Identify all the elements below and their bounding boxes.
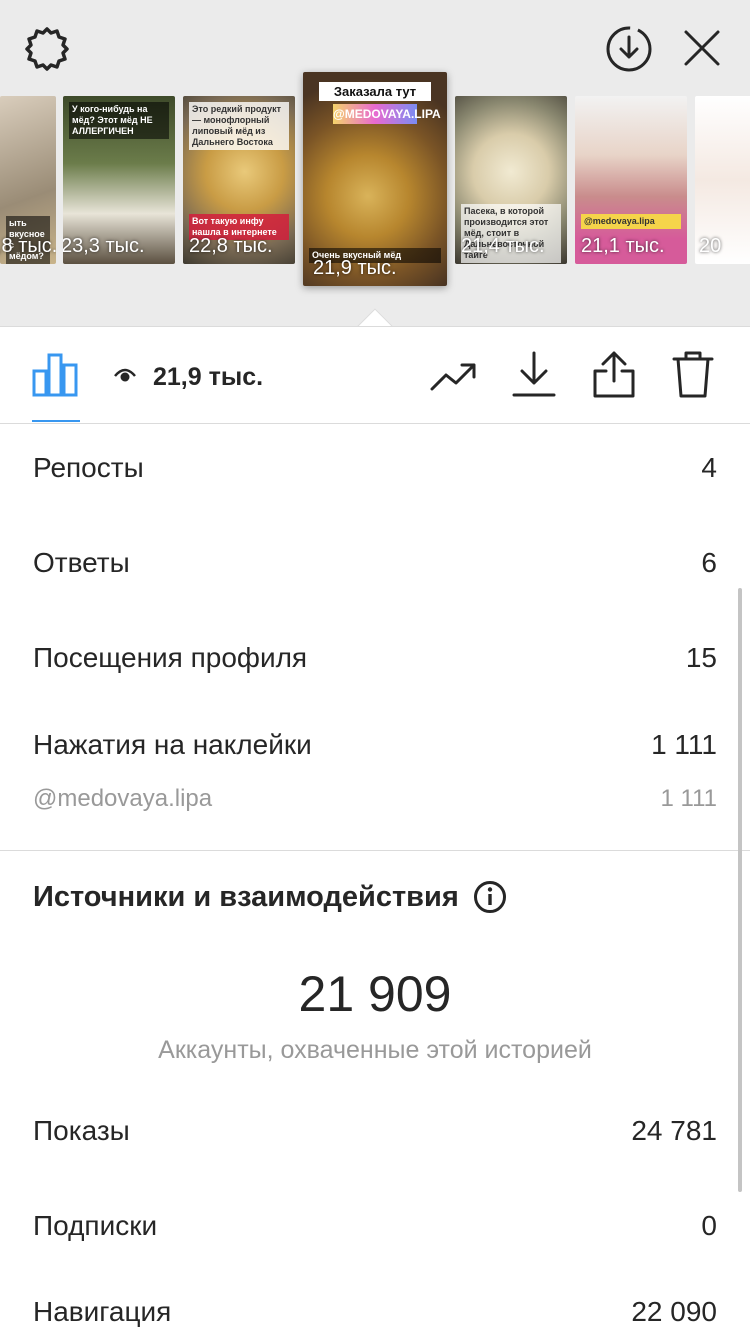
- active-tab-indicator: [32, 420, 80, 422]
- story-thumbnail[interactable]: 20: [695, 96, 750, 264]
- story-views: 23,3 тыс.: [63, 235, 145, 257]
- trend-icon[interactable]: [430, 357, 478, 393]
- story-views: ,8 тыс.: [0, 235, 56, 257]
- metric-row: Репосты 4: [33, 452, 717, 484]
- story-caption: Это редкий продукт — монофлорный липовый…: [189, 102, 289, 150]
- selection-pointer: [353, 305, 397, 327]
- metric-label: Репосты: [33, 452, 144, 483]
- metric-row: Навигация 22 090: [33, 1296, 717, 1328]
- metric-label: Показы: [33, 1115, 130, 1146]
- views-count: 21,9 тыс.: [153, 363, 264, 391]
- share-icon[interactable]: [592, 349, 636, 399]
- metric-label: Подписки: [33, 1210, 158, 1241]
- reach-label: Аккаунты, охваченные этой историей: [158, 1036, 592, 1064]
- download-circle-icon[interactable]: [604, 24, 654, 74]
- story-thumbnail[interactable]: ыть вкусное с мёдом? ,8 тыс.: [0, 96, 56, 264]
- metric-label: Посещения профиля: [33, 642, 308, 673]
- metric-label: Ответы: [33, 547, 130, 578]
- metric-value: 4: [701, 452, 717, 483]
- story-views: 20: [699, 235, 722, 257]
- section-title-text: Источники и взаимодействия: [33, 880, 459, 913]
- story-strip-panel: ыть вкусное с мёдом? ,8 тыс. У кого-нибу…: [0, 0, 750, 326]
- story-thumbnail[interactable]: @medovaya.lipa 21,1 тыс.: [575, 96, 687, 264]
- story-thumbnail[interactable]: Это редкий продукт — монофлорный липовый…: [183, 96, 295, 264]
- reach-number: 21 909: [298, 966, 452, 1022]
- story-mention-tag: @MEDOVAYA.LIPA: [333, 104, 441, 124]
- story-thumbnail[interactable]: У кого-нибудь на мёд? Этот мёд НЕ АЛЛЕРГ…: [63, 96, 175, 264]
- info-icon[interactable]: [473, 880, 507, 914]
- story-thumbnail[interactable]: Пасека, в которой производится этот мёд,…: [455, 96, 567, 264]
- metric-label: Навигация: [33, 1296, 172, 1327]
- story-views: 21,9 тыс.: [313, 257, 397, 279]
- section-title: Источники и взаимодействия: [33, 880, 507, 914]
- metric-value: 22 090: [631, 1296, 717, 1327]
- metric-value: 15: [685, 642, 717, 673]
- gear-icon[interactable]: [22, 24, 72, 74]
- story-thumbnail-active[interactable]: Заказала тут @MEDOVAYA.LIPA Очень вкусны…: [303, 72, 447, 286]
- stories-carousel[interactable]: ыть вкусное с мёдом? ,8 тыс. У кого-нибу…: [0, 72, 750, 288]
- story-views: 21,1 тыс.: [581, 235, 665, 257]
- story-views: 22,8 тыс.: [189, 235, 273, 257]
- story-caption: У кого-нибудь на мёд? Этот мёд НЕ АЛЛЕРГ…: [69, 102, 169, 139]
- metric-row: Нажатия на наклейки 1 111: [33, 729, 717, 761]
- eye-icon: [114, 368, 136, 382]
- sticker-label: @medovaya.lipa: [33, 785, 213, 812]
- metric-value: 1 111: [651, 729, 717, 760]
- story-views: 21,4 тыс.: [461, 235, 545, 257]
- story-title: Заказала тут: [319, 82, 431, 101]
- trash-icon[interactable]: [672, 349, 714, 399]
- story-caption: @medovaya.lipa: [581, 214, 681, 229]
- sticker-value: 1 111: [660, 785, 718, 812]
- metric-row: Ответы 6: [33, 547, 717, 579]
- metric-row: Показы 24 781: [33, 1115, 717, 1147]
- sticker-row[interactable]: @medovaya.lipa 1 111: [33, 785, 717, 813]
- close-icon[interactable]: [680, 26, 724, 70]
- metric-row: Подписки 0: [33, 1210, 717, 1242]
- divider: [0, 850, 750, 851]
- bar-chart-icon[interactable]: [32, 351, 78, 397]
- metric-row[interactable]: Посещения профиля 15: [33, 642, 717, 674]
- metric-value: 24 781: [631, 1115, 717, 1146]
- insights-toolbar: 21,9 тыс.: [0, 327, 750, 424]
- metric-label: Нажатия на наклейки: [33, 729, 312, 760]
- scrollbar[interactable]: [738, 588, 742, 1192]
- metric-value: 6: [701, 547, 717, 578]
- download-icon[interactable]: [512, 349, 556, 399]
- metric-value: 0: [701, 1210, 717, 1241]
